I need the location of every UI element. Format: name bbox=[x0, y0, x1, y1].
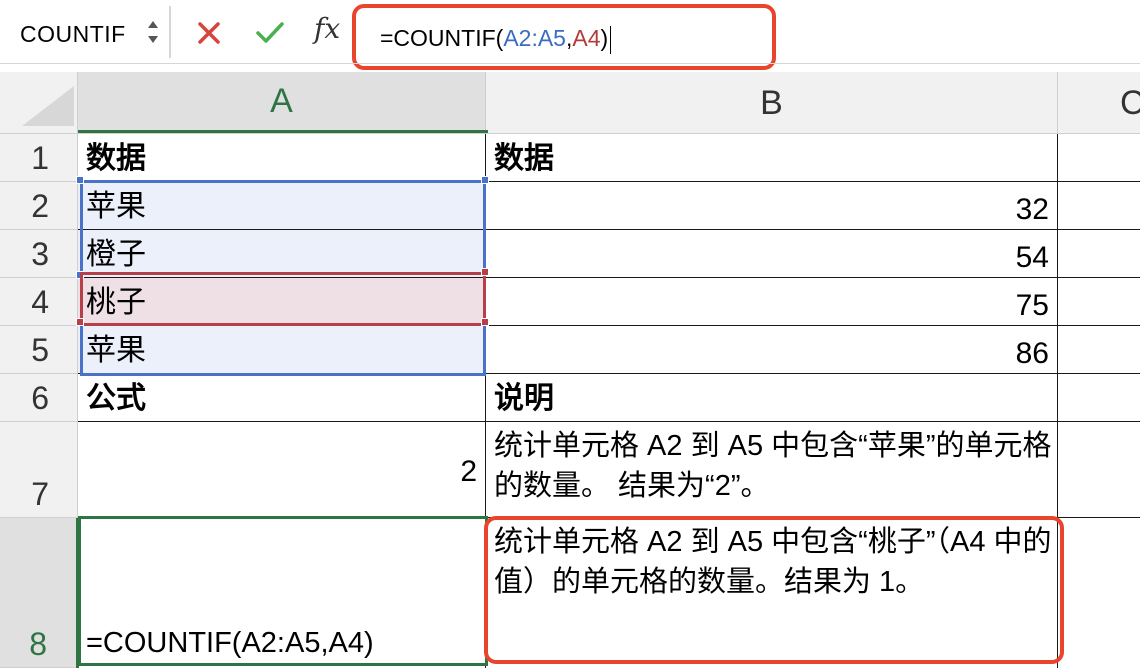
cell-c5[interactable] bbox=[1058, 326, 1140, 374]
column-header-b[interactable]: B bbox=[486, 72, 1058, 134]
range-handle[interactable] bbox=[76, 176, 84, 184]
cell-b1[interactable]: 数据 bbox=[486, 134, 1058, 182]
column-label: A bbox=[270, 82, 293, 120]
row-header-7[interactable]: 7 bbox=[0, 422, 78, 518]
row-label: 7 bbox=[31, 476, 49, 512]
cell-text: =COUNTIF(A2:A5,A4) bbox=[86, 627, 374, 659]
cell-c2[interactable] bbox=[1058, 182, 1140, 230]
column-header-row: A B C bbox=[0, 72, 1140, 134]
cell-a1[interactable]: 数据 bbox=[78, 134, 486, 182]
row-header-8[interactable]: 8 bbox=[0, 518, 78, 668]
cell-b2[interactable]: 32 bbox=[486, 182, 1058, 230]
cell-c4[interactable] bbox=[1058, 278, 1140, 326]
column-header-a[interactable]: A bbox=[78, 72, 486, 134]
cell-c7[interactable] bbox=[1058, 422, 1140, 518]
cell-a4[interactable]: 桃子 bbox=[78, 278, 486, 326]
range-handle[interactable] bbox=[481, 268, 489, 276]
cell-a5[interactable]: 苹果 bbox=[78, 326, 486, 374]
cell-text: 苹果 bbox=[86, 334, 146, 367]
column-header-c[interactable]: C bbox=[1058, 72, 1140, 134]
cell-number: 86 bbox=[1015, 337, 1049, 370]
cell-b4[interactable]: 75 bbox=[486, 278, 1058, 326]
cell-text: 公式 bbox=[86, 382, 146, 415]
formula-suffix: ) bbox=[600, 25, 609, 51]
cell-text: 桃子 bbox=[86, 286, 146, 319]
select-all-corner[interactable] bbox=[0, 72, 78, 134]
row-label: 3 bbox=[31, 236, 49, 272]
row-header-3[interactable]: 3 bbox=[0, 230, 78, 278]
cell-c3[interactable] bbox=[1058, 230, 1140, 278]
cell-text: 苹果 bbox=[86, 190, 146, 223]
range-handle[interactable] bbox=[76, 318, 84, 326]
cell-b8[interactable]: 统计单元格 A2 到 A5 中包含“桃子”（A4 中的值）的单元格的数量。结果为… bbox=[486, 518, 1058, 668]
select-all-icon bbox=[22, 86, 74, 126]
cell-b5[interactable]: 86 bbox=[486, 326, 1058, 374]
cell-b7[interactable]: 统计单元格 A2 到 A5 中包含“苹果”的单元格的数量。 结果为“2”。 bbox=[486, 422, 1058, 518]
range-handle[interactable] bbox=[76, 271, 84, 279]
cell-a6[interactable]: 公式 bbox=[78, 374, 486, 422]
formula-prefix: =COUNTIF( bbox=[380, 25, 504, 51]
row-header-1[interactable]: 1 bbox=[0, 134, 78, 182]
row-header-2[interactable]: 2 bbox=[0, 182, 78, 230]
range-handle[interactable] bbox=[481, 318, 489, 326]
cancel-icon[interactable] bbox=[194, 18, 224, 48]
text-caret bbox=[610, 25, 612, 54]
row-label: 4 bbox=[31, 284, 49, 320]
formula-range-ref: A2:A5 bbox=[503, 25, 566, 51]
cell-c8[interactable] bbox=[1058, 518, 1140, 668]
cell-b6[interactable]: 说明 bbox=[486, 374, 1058, 422]
cell-b3[interactable]: 54 bbox=[486, 230, 1058, 278]
cell-a8[interactable]: =COUNTIF(A2:A5,A4) bbox=[78, 518, 486, 668]
cell-text: 统计单元格 A2 到 A5 中包含“苹果”的单元格的数量。 结果为“2”。 bbox=[494, 430, 1052, 502]
cell-c6[interactable] bbox=[1058, 374, 1140, 422]
cell-number: 32 bbox=[1015, 193, 1049, 226]
row-label: 1 bbox=[31, 140, 49, 176]
cell-c1[interactable] bbox=[1058, 134, 1140, 182]
row-header-5[interactable]: 5 bbox=[0, 326, 78, 374]
formula-bar: COUNTIF fx =COUNTIF(A2:A5,A4) bbox=[0, 0, 1140, 70]
row-label: 8 bbox=[29, 626, 47, 662]
formula-input[interactable]: =COUNTIF(A2:A5,A4) bbox=[352, 4, 776, 70]
name-box[interactable]: COUNTIF bbox=[0, 6, 170, 58]
row-header-4[interactable]: 4 bbox=[0, 278, 78, 326]
row-label: 5 bbox=[31, 332, 49, 368]
column-label: C bbox=[1120, 83, 1140, 122]
cell-text: 数据 bbox=[86, 142, 146, 175]
cell-a2[interactable]: 苹果 bbox=[78, 182, 486, 230]
cell-text: 数据 bbox=[494, 142, 554, 175]
column-label: B bbox=[760, 83, 783, 122]
row-label: 6 bbox=[31, 380, 49, 416]
insert-function-button[interactable]: fx bbox=[314, 12, 350, 52]
formula-text: =COUNTIF(A2:A5,A4) bbox=[380, 25, 612, 54]
cell-text: 统计单元格 A2 到 A5 中包含“桃子”（A4 中的值）的单元格的数量。结果为… bbox=[494, 526, 1052, 598]
formula-bar-divider bbox=[170, 6, 171, 58]
range-handle[interactable] bbox=[481, 176, 489, 184]
name-box-value: COUNTIF bbox=[20, 21, 126, 47]
enter-check-icon[interactable] bbox=[254, 18, 286, 48]
row-label: 2 bbox=[31, 188, 49, 224]
name-box-stepper-icon[interactable] bbox=[146, 16, 160, 48]
fx-label: fx bbox=[314, 12, 341, 45]
cell-number: 2 bbox=[460, 455, 477, 488]
selected-column-top-rule bbox=[78, 130, 488, 133]
cell-text: 说明 bbox=[494, 382, 554, 415]
cell-a3[interactable]: 橙子 bbox=[78, 230, 486, 278]
cell-a7[interactable]: 2 bbox=[78, 422, 486, 518]
formula-criteria-ref: A4 bbox=[572, 25, 601, 51]
cell-number: 75 bbox=[1015, 289, 1049, 322]
cell-text: 橙子 bbox=[86, 238, 146, 271]
cell-number: 54 bbox=[1015, 241, 1049, 274]
row-header-6[interactable]: 6 bbox=[0, 374, 78, 422]
